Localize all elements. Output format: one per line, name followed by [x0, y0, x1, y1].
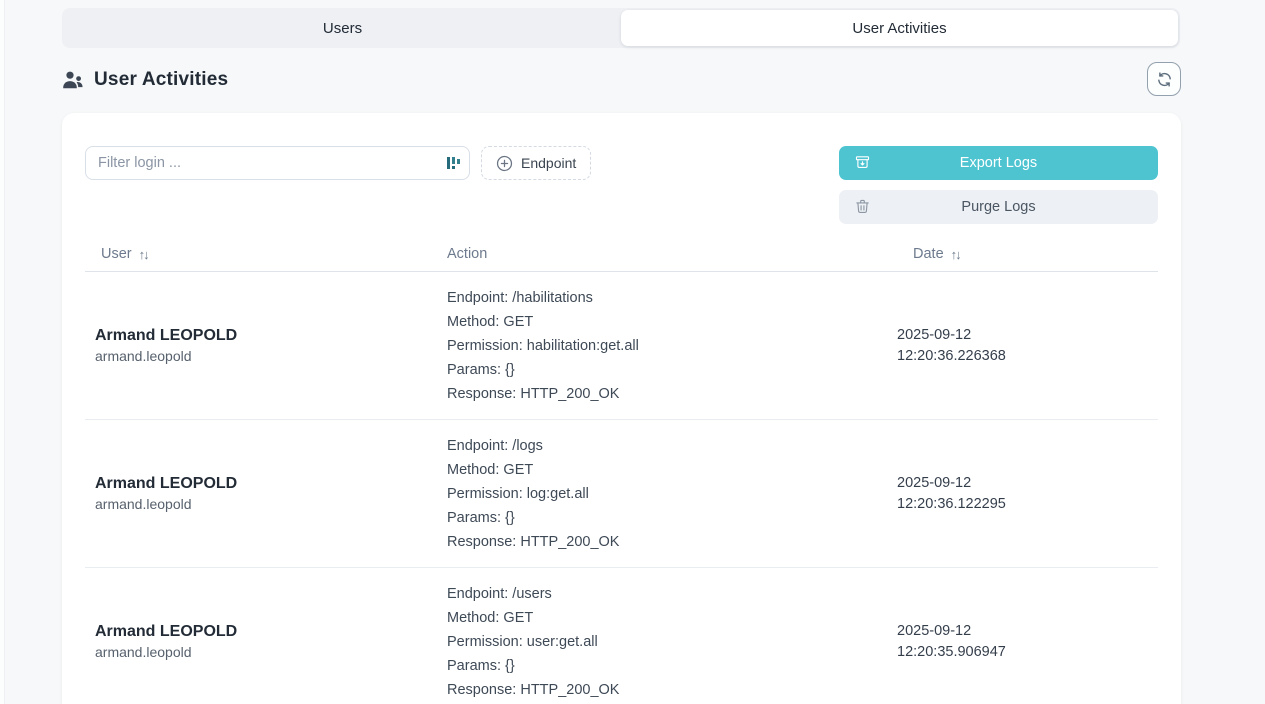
action-line: Endpoint: /habilitations — [447, 286, 895, 310]
refresh-button[interactable] — [1147, 62, 1181, 96]
export-logs-label: Export Logs — [960, 155, 1037, 171]
user-cell: Armand LEOPOLD armand.leopold — [85, 420, 446, 567]
activities-table: User ↑↓ Action Date ↑↓ Armand LEOPOLD ar… — [85, 237, 1158, 704]
time-value: 12:20:35.906947 — [897, 642, 1158, 663]
sort-icon-date: ↑↓ — [951, 247, 960, 262]
user-cell: Armand LEOPOLD armand.leopold — [85, 272, 446, 419]
column-header-date[interactable]: Date ↑↓ — [895, 237, 1158, 271]
column-header-action: Action — [446, 237, 895, 271]
export-logs-button[interactable]: Export Logs — [839, 146, 1158, 180]
user-login: armand.leopold — [95, 496, 446, 512]
user-login: armand.leopold — [95, 644, 446, 660]
action-line: Params: {} — [447, 654, 895, 678]
table-row: Armand LEOPOLD armand.leopold Endpoint: … — [85, 272, 1158, 420]
purge-logs-label: Purge Logs — [961, 199, 1035, 215]
column-header-date-label: Date — [913, 246, 944, 262]
date-cell: 2025-09-12 12:20:35.906947 — [895, 568, 1158, 704]
time-value: 12:20:36.226368 — [897, 346, 1158, 367]
trash-icon — [854, 198, 871, 215]
action-line: Permission: user:get.all — [447, 630, 895, 654]
table-body: Armand LEOPOLD armand.leopold Endpoint: … — [85, 272, 1158, 704]
tab-user-activities[interactable]: User Activities — [621, 10, 1178, 46]
table-header-row: User ↑↓ Action Date ↑↓ — [85, 237, 1158, 272]
export-box-icon — [854, 154, 871, 171]
refresh-icon — [1156, 71, 1173, 88]
column-header-user[interactable]: User ↑↓ — [85, 237, 446, 271]
action-cell: Endpoint: /habilitationsMethod: GETPermi… — [446, 272, 895, 419]
action-line: Endpoint: /logs — [447, 434, 895, 458]
circle-plus-icon — [496, 155, 513, 172]
tab-users[interactable]: Users — [64, 10, 621, 46]
filter-bars-icon — [445, 154, 461, 172]
action-line: Permission: log:get.all — [447, 482, 895, 506]
column-header-user-label: User — [101, 246, 132, 262]
time-value: 12:20:36.122295 — [897, 494, 1158, 515]
window-left-edge — [0, 0, 5, 704]
action-line: Method: GET — [447, 310, 895, 334]
date-cell: 2025-09-12 12:20:36.226368 — [895, 272, 1158, 419]
user-name: Armand LEOPOLD — [95, 623, 446, 641]
purge-logs-button[interactable]: Purge Logs — [839, 190, 1158, 224]
user-name: Armand LEOPOLD — [95, 327, 446, 345]
sort-icon-user: ↑↓ — [139, 247, 148, 262]
user-cell: Armand LEOPOLD armand.leopold — [85, 568, 446, 704]
action-line: Permission: habilitation:get.all — [447, 334, 895, 358]
action-line: Params: {} — [447, 506, 895, 530]
date-cell: 2025-09-12 12:20:36.122295 — [895, 420, 1158, 567]
action-line: Method: GET — [447, 458, 895, 482]
toolbar: Endpoint Export Logs — [85, 146, 1158, 224]
action-line: Method: GET — [447, 606, 895, 630]
action-line: Response: HTTP_200_OK — [447, 530, 895, 554]
activities-card: Endpoint Export Logs — [62, 113, 1181, 704]
table-row: Armand LEOPOLD armand.leopold Endpoint: … — [85, 568, 1158, 704]
filter-login-input[interactable] — [85, 146, 470, 180]
endpoint-button-label: Endpoint — [521, 155, 576, 171]
filter-login-wrapper — [85, 146, 470, 180]
page-title: User Activities — [94, 69, 228, 91]
date-value: 2025-09-12 — [897, 621, 1158, 642]
date-value: 2025-09-12 — [897, 325, 1158, 346]
action-line: Params: {} — [447, 358, 895, 382]
page-header: User Activities — [62, 60, 1181, 100]
add-endpoint-button[interactable]: Endpoint — [481, 146, 591, 180]
user-name: Armand LEOPOLD — [95, 475, 446, 493]
action-cell: Endpoint: /usersMethod: GETPermission: u… — [446, 568, 895, 704]
action-line: Response: HTTP_200_OK — [447, 678, 895, 702]
tab-bar: Users User Activities — [62, 8, 1180, 48]
column-header-action-label: Action — [447, 246, 487, 262]
user-login: armand.leopold — [95, 348, 446, 364]
action-line: Response: HTTP_200_OK — [447, 382, 895, 406]
action-cell: Endpoint: /logsMethod: GETPermission: lo… — [446, 420, 895, 567]
users-icon — [62, 70, 84, 90]
date-value: 2025-09-12 — [897, 473, 1158, 494]
action-line: Endpoint: /users — [447, 582, 895, 606]
table-row: Armand LEOPOLD armand.leopold Endpoint: … — [85, 420, 1158, 568]
log-actions: Export Logs Purge Logs — [839, 146, 1158, 224]
